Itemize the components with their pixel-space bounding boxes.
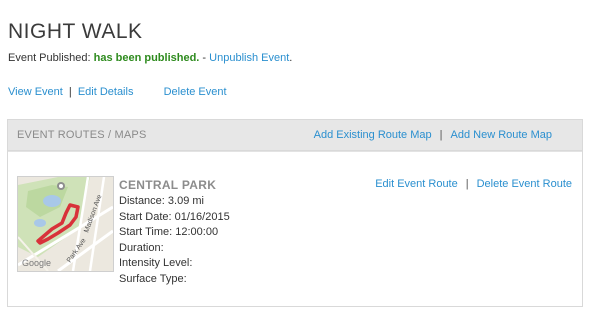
route-name: CENTRAL PARK <box>119 178 217 192</box>
status-trailing: . <box>289 52 293 64</box>
header-links-separator: | <box>439 129 443 141</box>
card-links-separator: | <box>465 178 469 190</box>
event-actions: View Event | Edit Details Delete Event <box>8 86 227 98</box>
intensity-label: Intensity Level: <box>119 257 193 269</box>
route-map-thumbnail[interactable]: Park Ave Madison Ave Google <box>17 176 114 272</box>
add-new-route-map-link[interactable]: Add New Route Map <box>451 129 553 141</box>
route-surface: Surface Type: <box>119 272 230 288</box>
delete-event-link[interactable]: Delete Event <box>164 86 227 98</box>
surface-label: Surface Type: <box>119 272 187 285</box>
start-date-value: 01/16/2015 <box>174 210 230 223</box>
view-event-link[interactable]: View Event <box>8 86 63 98</box>
distance-label: Distance: <box>119 195 165 207</box>
map-google-logo: Google <box>22 258 51 268</box>
routes-header-links: Add Existing Route Map | Add New Route Map <box>314 129 552 141</box>
start-date-label: Start Date: <box>119 210 172 223</box>
add-existing-route-map-link[interactable]: Add Existing Route Map <box>314 129 432 141</box>
route-intensity: Intensity Level: <box>119 256 230 272</box>
route-start-date: Start Date: 01/16/2015 <box>119 210 230 226</box>
duration-label: Duration: <box>119 241 164 254</box>
routes-header: EVENT ROUTES / MAPS Add Existing Route M… <box>8 120 582 151</box>
route-start-time: Start Time: 12:00:00 <box>119 225 230 241</box>
route-duration: Duration: <box>119 241 230 257</box>
status-separator: - <box>199 52 210 64</box>
unpublish-event-link[interactable]: Unpublish Event <box>209 52 289 64</box>
route-distance: Distance: 3.09 mi <box>119 194 230 210</box>
route-card: Park Ave Madison Ave Google CENTRAL PARK… <box>8 151 582 306</box>
routes-header-title: EVENT ROUTES / MAPS <box>17 129 147 141</box>
start-time-label: Start Time: <box>119 226 173 238</box>
route-details: CENTRAL PARK Distance: 3.09 mi Start Dat… <box>119 178 230 287</box>
edit-event-route-link[interactable]: Edit Event Route <box>375 178 458 190</box>
actions-separator: | <box>68 86 72 98</box>
distance-value: 3.09 mi <box>167 195 204 207</box>
delete-event-route-link[interactable]: Delete Event Route <box>477 178 572 190</box>
route-card-links: Edit Event Route | Delete Event Route <box>375 178 572 190</box>
start-time-value: 12:00:00 <box>175 226 219 238</box>
page-title: NIGHT WALK <box>8 20 143 44</box>
publish-status-value: has been published. <box>93 52 200 64</box>
route-map-image: Park Ave Madison Ave Google <box>18 177 113 271</box>
event-routes-panel: EVENT ROUTES / MAPS Add Existing Route M… <box>7 119 583 307</box>
publish-status-label: Event Published: <box>8 52 91 64</box>
edit-details-link[interactable]: Edit Details <box>78 86 134 98</box>
publish-status: Event Published: has been published. - U… <box>8 52 292 64</box>
